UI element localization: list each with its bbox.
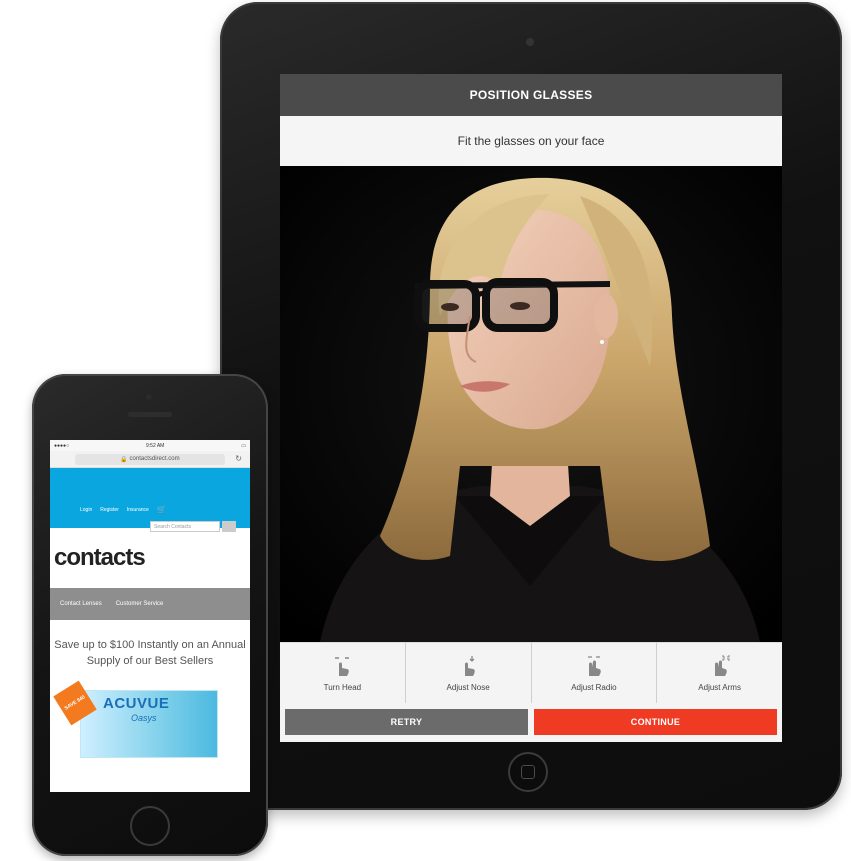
status-time: 9:52 AM — [146, 442, 165, 449]
cart-icon[interactable]: 🛒 — [157, 505, 167, 514]
register-link[interactable]: Register — [100, 507, 119, 513]
model-image — [280, 166, 782, 642]
phone-home-button[interactable] — [130, 806, 170, 846]
tool-label: Adjust Nose — [446, 683, 490, 692]
search-input[interactable]: Search Contacts — [150, 521, 220, 532]
lock-icon: 🔒 — [120, 456, 130, 463]
try-on-photo[interactable] — [280, 166, 782, 642]
site-nav: Contact Lenses Customer Service — [50, 588, 250, 620]
instruction-text: Fit the glasses on your face — [280, 116, 782, 166]
tool-label: Adjust Radio — [571, 683, 617, 692]
reload-icon[interactable]: ↻ — [235, 454, 242, 463]
url-text: contactsdirect.com — [129, 456, 180, 462]
login-link[interactable]: Login — [80, 507, 92, 513]
tablet-screen: POSITION GLASSES Fit the glasses on your… — [280, 74, 782, 742]
continue-button[interactable]: CONTINUE — [534, 709, 777, 735]
tablet-device: POSITION GLASSES Fit the glasses on your… — [220, 2, 842, 810]
signal-icon: ●●●●○ — [54, 442, 70, 449]
acuvue-box-image: ACUVUE Oasys — [80, 690, 218, 758]
promo-text: Save up to $100 Instantly on an Annual S… — [54, 638, 246, 668]
status-bar: ●●●●○ 9:52 AM ▭ — [50, 440, 250, 451]
adjust-nose-button[interactable]: Adjust Nose — [406, 643, 532, 703]
product-brand: ACUVUE — [103, 695, 170, 712]
tool-label: Adjust Arms — [698, 683, 741, 692]
browser-url-bar[interactable]: 🔒 contactsdirect.com ↻ — [50, 451, 250, 468]
product-line: Oasys — [131, 713, 157, 723]
site-logo[interactable]: contacts — [50, 528, 250, 588]
page-title: POSITION GLASSES — [280, 74, 782, 116]
tablet-home-button[interactable] — [508, 752, 548, 792]
account-links: Login Register Insurance 🛒 — [80, 505, 167, 514]
adjust-arms-icon — [714, 655, 730, 676]
turn-head-icon — [335, 657, 350, 676]
tablet-camera — [526, 38, 534, 46]
adjustment-toolbar: Turn Head Adjust Nose Adjust Radio Adjus… — [280, 642, 782, 703]
phone-device: ●●●●○ 9:52 AM ▭ 🔒 contactsdirect.com ↻ L… — [32, 374, 268, 856]
tool-label: Turn Head — [323, 683, 362, 692]
adjust-radio-icon — [587, 656, 601, 676]
insurance-link[interactable]: Insurance — [127, 507, 149, 513]
retry-button[interactable]: RETRY — [285, 709, 528, 735]
phone-camera — [146, 394, 152, 400]
phone-screen: ●●●●○ 9:52 AM ▭ 🔒 contactsdirect.com ↻ L… — [50, 440, 250, 792]
nav-contact-lenses[interactable]: Contact Lenses — [60, 601, 102, 607]
url-field[interactable]: 🔒 contactsdirect.com — [75, 453, 225, 465]
battery-icon: ▭ — [241, 442, 246, 449]
adjust-arms-button[interactable]: Adjust Arms — [657, 643, 782, 703]
site-header: Login Register Insurance 🛒 Search Contac… — [50, 468, 250, 532]
adjust-radio-button[interactable]: Adjust Radio — [532, 643, 658, 703]
adjust-nose-icon — [465, 656, 475, 676]
action-buttons: RETRY CONTINUE — [280, 703, 782, 742]
search-button[interactable] — [222, 521, 236, 532]
turn-head-button[interactable]: Turn Head — [280, 643, 406, 703]
nav-customer-service[interactable]: Customer Service — [116, 601, 164, 607]
phone-speaker — [128, 412, 172, 417]
product-banner[interactable]: ACUVUE Oasys SAVE $40 — [50, 680, 250, 766]
